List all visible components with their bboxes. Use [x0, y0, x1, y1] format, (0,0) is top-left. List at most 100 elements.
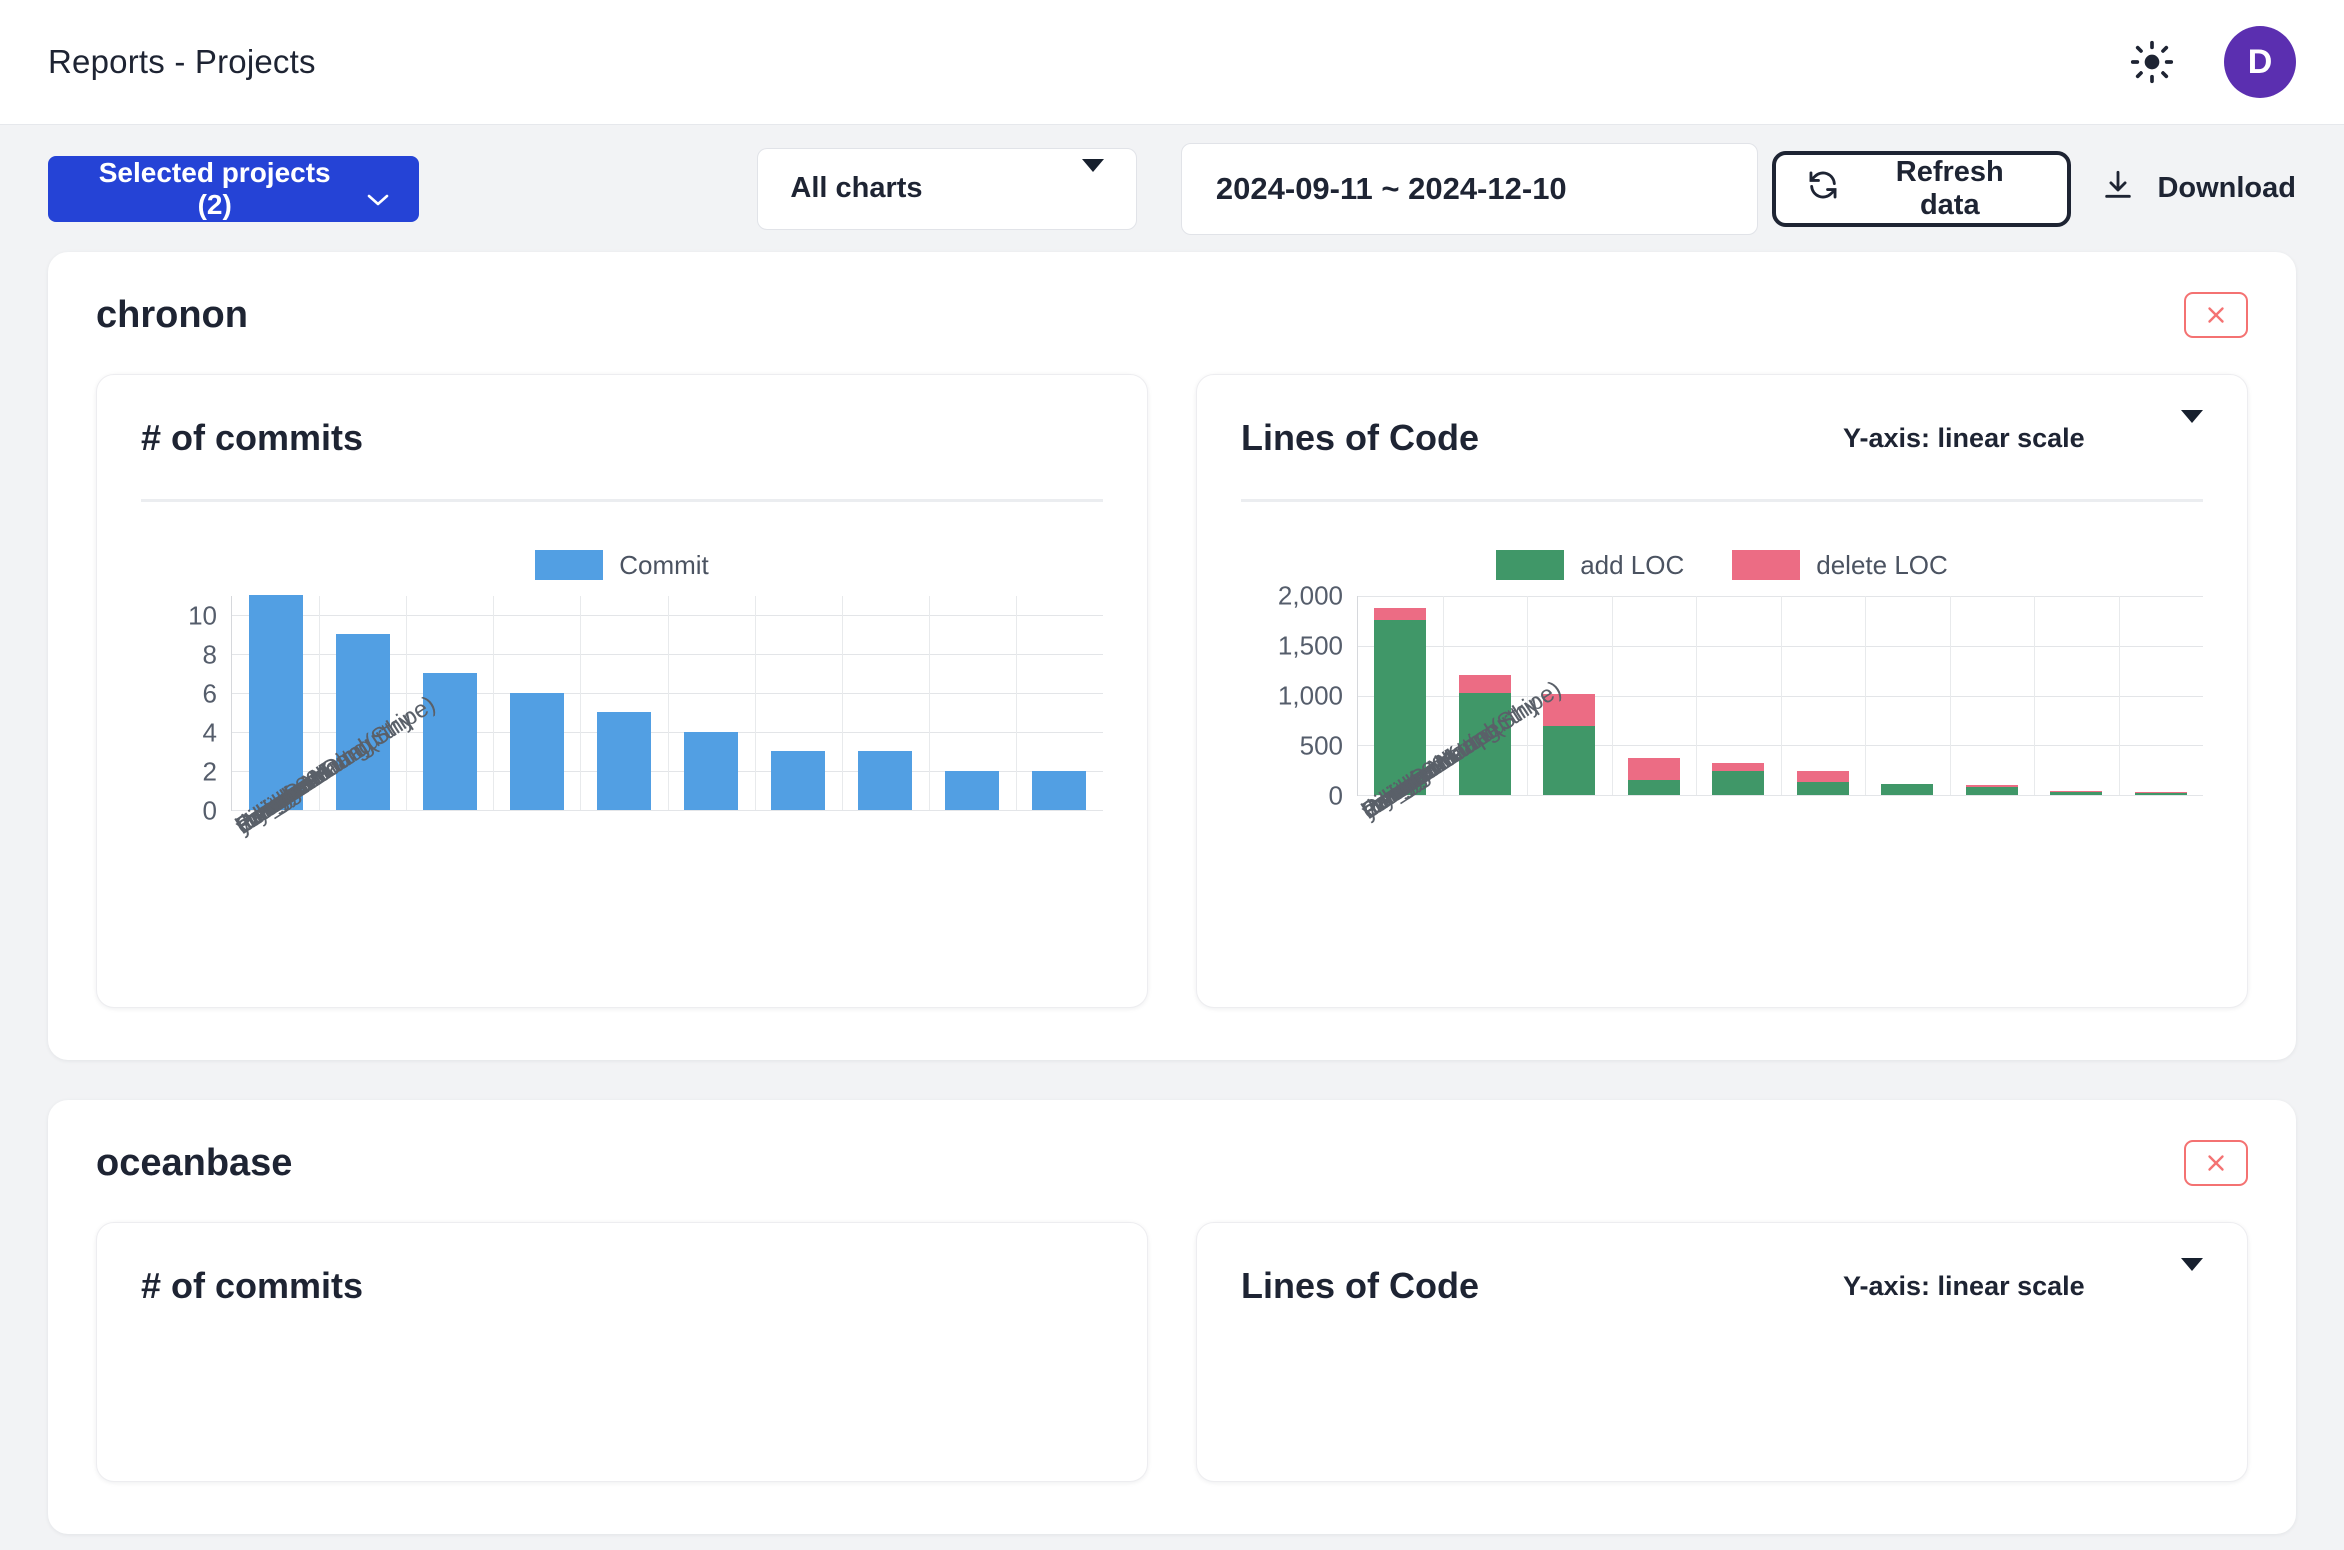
chart-title: Lines of Code [1241, 417, 1480, 458]
chart-card-commits: # of commits Commit 0 2 4 6 8 10 yuli-han Peng… [96, 374, 1148, 1008]
sun-icon[interactable] [2130, 40, 2174, 84]
selected-projects-label: Selected projects (2) [98, 156, 331, 220]
refresh-icon [1806, 168, 1840, 210]
header-actions: D [2130, 26, 2296, 98]
charts-row: # of commits Commit 0 2 4 6 8 10 yuli-han Peng… [96, 374, 2248, 1008]
project-header: chronon [96, 292, 2248, 338]
filter-toolbar: Selected projects (2) All charts 2024-09… [0, 125, 2344, 252]
loc-plot: 0 500 1,000 1,500 2,000 Piyush Narang yuli-ha… [1241, 581, 2203, 956]
legend-item[interactable]: add LOC [1496, 550, 1684, 581]
chevron-down-icon [1081, 159, 1104, 205]
projects-list: chronon # of commits Commit 0 2 4 6 8 10… [0, 252, 2344, 1534]
bar-segment-delete [1712, 763, 1765, 771]
project-header: oceanbase [96, 1140, 2248, 1186]
commits-plot: 0 2 4 6 8 10 yuli-han Pengyu Hou hzding621 Haozh… [141, 595, 1103, 971]
y-axis-tick: 500 [1299, 730, 1343, 761]
legend-swatch [1496, 550, 1565, 580]
bar[interactable] [596, 712, 651, 810]
y-axis-tick: 2 [202, 756, 217, 787]
close-project-button[interactable] [2184, 292, 2248, 338]
bar[interactable] [1627, 758, 1680, 795]
download-icon [2101, 168, 2135, 210]
bar[interactable] [1796, 771, 1849, 795]
bar[interactable] [509, 692, 564, 810]
legend-item[interactable]: delete LOC [1732, 550, 1948, 581]
chart-card-loc: Lines of Code Y-axis: linear scale [1196, 1222, 2248, 1482]
charts-filter-value: All charts [790, 172, 923, 204]
chevron-down-icon [367, 182, 389, 205]
bar[interactable] [1712, 763, 1765, 795]
bar-segment [596, 712, 651, 810]
download-button[interactable]: Download [2101, 168, 2296, 210]
legend-label: Commit [619, 549, 709, 580]
bar-segment-delete [1796, 771, 1849, 782]
bar-segment-add [2050, 792, 2103, 795]
bar[interactable] [422, 673, 477, 810]
chart-header: Lines of Code Y-axis: linear scale [1241, 1258, 2203, 1307]
y-axis-tick: 10 [188, 600, 217, 631]
bar-segment-add [2134, 793, 2187, 795]
chart-header: Lines of Code Y-axis: linear scale [1241, 410, 2203, 459]
chart-legend: add LOC delete LOC [1241, 548, 2203, 582]
date-range-input[interactable]: 2024-09-11 ~ 2024-12-10 [1180, 142, 1759, 235]
y-axis-tick: 1,000 [1277, 680, 1343, 711]
chevron-down-icon [2181, 1258, 2203, 1302]
bar[interactable] [771, 751, 826, 810]
refresh-label: Refresh data [1895, 155, 2004, 221]
project-name: oceanbase [96, 1141, 293, 1184]
download-label: Download [2157, 172, 2296, 204]
chart-card-loc: Lines of Code Y-axis: linear scale add L… [1196, 374, 2248, 1008]
y-axis-tick: 8 [202, 639, 217, 670]
bar-segment-delete [1374, 608, 1427, 620]
avatar[interactable]: D [2224, 26, 2296, 98]
chart-card-commits: # of commits [96, 1222, 1148, 1482]
bar[interactable] [1965, 785, 2018, 795]
divider [141, 499, 1103, 502]
legend-swatch [535, 550, 604, 580]
y-axis-scale-value: Y-axis: linear scale [1843, 1271, 2085, 1301]
chart-header: # of commits [141, 417, 1103, 459]
legend-label: delete LOC [1816, 549, 1948, 580]
bar[interactable] [1881, 783, 1934, 795]
bar[interactable] [2050, 790, 2103, 795]
bar-segment [771, 751, 826, 810]
bar[interactable] [858, 751, 913, 810]
y-axis-scale-select[interactable]: Y-axis: linear scale [1843, 1258, 2203, 1302]
bar-segment-delete [1458, 675, 1511, 693]
chart-title: # of commits [141, 417, 364, 458]
legend-item[interactable]: Commit [535, 550, 709, 581]
refresh-data-button[interactable]: Refresh data [1772, 150, 2072, 227]
charts-filter-select[interactable]: All charts [757, 147, 1137, 230]
bar[interactable] [2134, 792, 2187, 795]
close-project-button[interactable] [2184, 1140, 2248, 1186]
chart-header: # of commits [141, 1265, 1103, 1307]
y-axis-scale-select[interactable]: Y-axis: linear scale [1843, 410, 2203, 454]
y-axis-scale-value: Y-axis: linear scale [1843, 423, 2085, 453]
project-card-oceanbase: oceanbase # of commits Lines of Code Y-a… [48, 1100, 2296, 1534]
bar-segment-add [1796, 781, 1849, 795]
bar[interactable] [945, 770, 1000, 810]
bar-segment-add [1627, 779, 1680, 795]
project-card-chronon: chronon # of commits Commit 0 2 4 6 8 10… [48, 252, 2296, 1060]
y-axis: 0 2 4 6 8 10 [141, 596, 231, 825]
y-axis-tick: 6 [202, 678, 217, 709]
y-axis-tick: 2,000 [1277, 580, 1343, 611]
chevron-down-icon [2181, 410, 2203, 454]
bar-segment [684, 731, 738, 810]
chart-title: Lines of Code [1241, 1265, 1480, 1306]
app-header: Reports - Projects D [0, 0, 2344, 125]
legend-label: add LOC [1580, 549, 1685, 580]
chart-title: # of commits [141, 1265, 364, 1306]
divider [1241, 499, 2203, 502]
plot-area [231, 595, 1103, 811]
y-axis-tick: 1,500 [1277, 630, 1343, 661]
charts-row: # of commits Lines of Code Y-axis: linea… [96, 1222, 2248, 1482]
bar-segment [509, 692, 564, 810]
bar[interactable] [684, 731, 738, 810]
y-axis-tick: 4 [202, 717, 217, 748]
page-title: Reports - Projects [48, 43, 316, 80]
bar[interactable] [1032, 770, 1087, 810]
bar-segment-add [1881, 784, 1934, 795]
chart-legend: Commit [141, 548, 1103, 582]
selected-projects-button[interactable]: Selected projects (2) [48, 155, 420, 222]
